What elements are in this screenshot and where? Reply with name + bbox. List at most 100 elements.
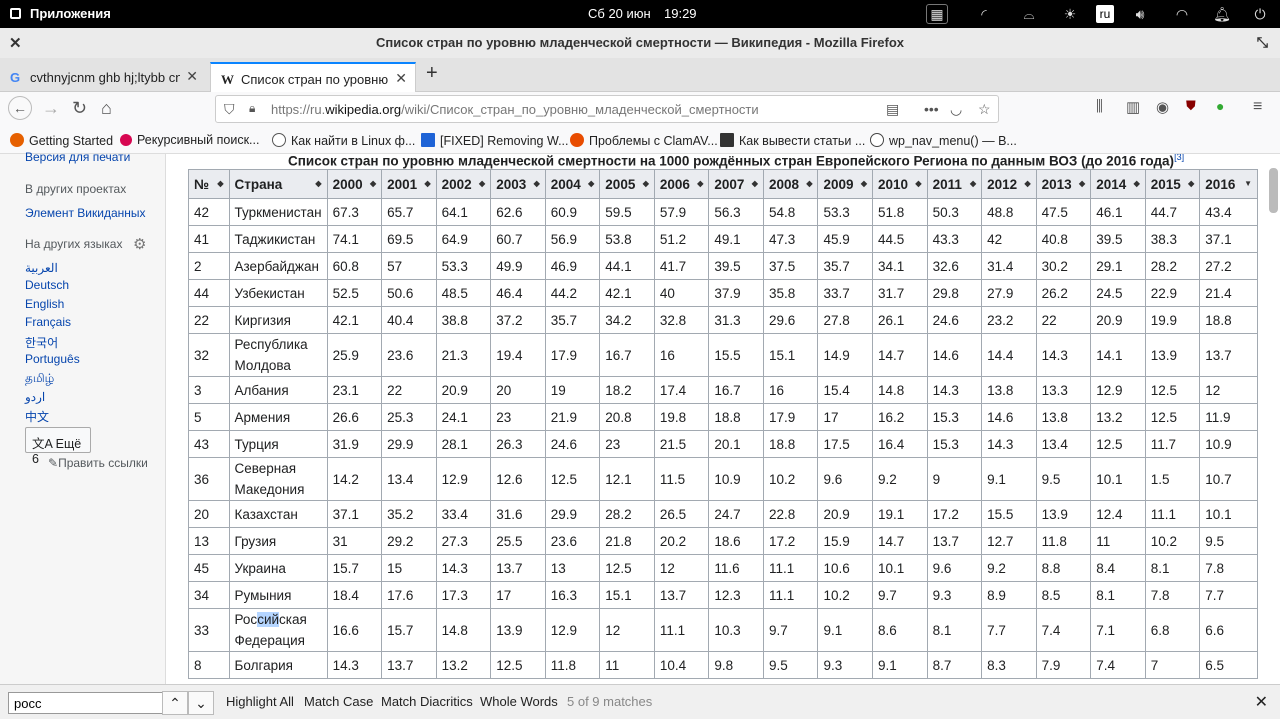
lang-link[interactable]: العربية <box>25 261 58 275</box>
sort-icon[interactable]: ◆ <box>1079 179 1085 188</box>
reader-view-icon[interactable]: ▤ <box>886 101 899 118</box>
sort-desc-icon[interactable]: ▼ <box>1244 179 1252 188</box>
lang-link[interactable]: Français <box>25 315 71 329</box>
column-header[interactable]: 2006 ◆ <box>653 169 710 199</box>
sort-icon[interactable]: ◆ <box>370 179 376 188</box>
find-close-icon[interactable]: ✕ <box>1255 692 1268 712</box>
column-header[interactable]: 2002 ◆ <box>435 169 492 199</box>
bookmark-item[interactable]: Проблемы с ClamAV... <box>570 133 718 148</box>
print-version-link[interactable]: Версия для печати <box>25 150 130 164</box>
sidebar-toggle-icon[interactable]: ▥ <box>1126 98 1140 116</box>
find-previous-button[interactable]: ⌃ <box>162 691 188 715</box>
system-date[interactable]: Сб 20 июн <box>588 6 651 21</box>
column-header[interactable]: 2001 ◆ <box>381 169 437 199</box>
lang-link[interactable]: اردو <box>25 390 45 404</box>
notification-bell-icon[interactable]: 🔔︎ <box>1212 4 1232 24</box>
sort-icon[interactable]: ◆ <box>217 179 223 188</box>
sort-icon[interactable]: ◆ <box>479 179 485 188</box>
bookmark-item[interactable]: wp_nav_menu() — В... <box>870 133 1017 148</box>
wikidata-link[interactable]: Элемент Викиданных <box>25 206 146 220</box>
tab-close-icon[interactable]: ✕ <box>186 68 198 85</box>
bookmark-item[interactable]: Рекурсивный поиск... <box>120 133 259 147</box>
lock-icon[interactable]: 🔒︎ <box>249 101 255 116</box>
bookmark-item[interactable]: Getting Started <box>10 133 113 148</box>
column-header[interactable]: Страна ◆ <box>228 169 328 199</box>
column-header[interactable]: 2003 ◆ <box>490 169 546 199</box>
extension-icon[interactable]: ● <box>1216 98 1224 114</box>
new-tab-icon[interactable]: + <box>426 62 438 85</box>
library-icon[interactable]: ⫼ <box>1096 98 1103 115</box>
apps-grid-icon[interactable] <box>10 8 21 19</box>
sort-icon[interactable]: ◆ <box>752 179 758 188</box>
system-time[interactable]: 19:29 <box>664 6 697 21</box>
sort-icon[interactable]: ◆ <box>915 179 921 188</box>
sort-icon[interactable]: ◆ <box>643 179 649 188</box>
power-icon[interactable]: ⏻ <box>1250 4 1270 24</box>
bookmark-item[interactable]: Как найти в Linux ф... <box>272 133 415 148</box>
ufo-icon[interactable]: ⌓ <box>1016 4 1042 24</box>
bookmark-star-icon[interactable]: ☆ <box>978 101 991 118</box>
column-header[interactable]: 2011 ◆ <box>926 169 983 199</box>
highlight-all-option[interactable]: Highlight All <box>226 694 294 709</box>
find-next-button[interactable]: ⌄ <box>188 691 214 715</box>
match-case-option[interactable]: Match Case <box>304 694 373 709</box>
keyboard-layout-indicator[interactable]: ru <box>1096 5 1114 23</box>
column-header[interactable]: 2009 ◆ <box>817 169 874 199</box>
sort-icon[interactable]: ◆ <box>425 179 431 188</box>
forward-arrow-icon[interactable]: → <box>42 98 60 119</box>
shield-icon[interactable]: ⛉ <box>224 101 235 118</box>
column-header[interactable]: 2000 ◆ <box>326 169 383 199</box>
wifi-icon[interactable]: ◠ <box>1172 4 1192 24</box>
page-actions-icon[interactable]: ••• <box>924 101 939 117</box>
tab-search[interactable]: G cvthnyjcnm ghb hj;ltybb cnfnb ✕ <box>0 62 206 92</box>
sort-icon[interactable]: ◆ <box>534 179 540 188</box>
sort-icon[interactable]: ◆ <box>1134 179 1140 188</box>
url-bar[interactable]: ⛉ 🔒︎ https://ru.wikipedia.org/wiki/Списо… <box>215 95 999 123</box>
sort-icon[interactable]: ◆ <box>806 179 812 188</box>
home-icon[interactable]: ⌂ <box>101 98 112 119</box>
brightness-icon[interactable]: ☀ <box>1060 4 1080 24</box>
fullscreen-icon[interactable]: ⤡ <box>1257 34 1268 51</box>
tray-app-icon[interactable]: ▦ <box>926 4 948 24</box>
lang-link[interactable]: தமிழ் <box>25 371 54 387</box>
find-input[interactable] <box>8 692 163 714</box>
volume-icon[interactable]: 🔊︎ <box>1130 4 1150 24</box>
sort-icon[interactable]: ◆ <box>697 179 703 188</box>
column-header[interactable]: 2004 ◆ <box>544 169 601 199</box>
sort-icon[interactable]: ◆ <box>861 179 867 188</box>
column-header[interactable]: 2014 ◆ <box>1090 169 1146 199</box>
column-header[interactable]: 2015 ◆ <box>1144 169 1201 199</box>
back-arrow-icon[interactable]: ← <box>8 96 32 120</box>
apps-menu[interactable]: Приложения <box>30 6 111 21</box>
column-header[interactable]: 2005 ◆ <box>599 169 655 199</box>
sort-icon[interactable]: ◆ <box>588 179 594 188</box>
bookmark-item[interactable]: Как вывести статьи ... <box>720 133 865 148</box>
tab-close-icon[interactable]: ✕ <box>395 70 407 87</box>
pocket-icon[interactable]: ◡ <box>950 101 962 118</box>
sort-icon[interactable]: ◆ <box>970 179 976 188</box>
account-icon[interactable]: ◉ <box>1156 98 1169 116</box>
reference-link[interactable]: [3] <box>1174 154 1184 162</box>
tab-wikipedia[interactable]: W Список стран по уровню мл ✕ <box>210 62 416 92</box>
lang-link[interactable]: 한국어 <box>25 334 58 351</box>
bookmark-item[interactable]: [FIXED] Removing W... <box>421 133 569 148</box>
lang-link[interactable]: Deutsch <box>25 278 69 292</box>
column-header[interactable]: 2013 ◆ <box>1035 169 1092 199</box>
reload-icon[interactable]: ↻ <box>72 98 87 119</box>
column-header[interactable]: 2016 ▼ <box>1199 169 1258 199</box>
column-header[interactable]: 2008 ◆ <box>762 169 819 199</box>
sort-icon[interactable]: ◆ <box>315 179 321 188</box>
column-header[interactable]: 2007 ◆ <box>708 169 764 199</box>
match-diacritics-option[interactable]: Match Diacritics <box>381 694 473 709</box>
lang-link[interactable]: 中文 <box>25 408 49 425</box>
lang-link[interactable]: Português <box>25 352 80 366</box>
url-text[interactable]: https://ru.wikipedia.org/wiki/Список_стр… <box>271 102 759 117</box>
hamburger-menu-icon[interactable]: ≡ <box>1253 98 1262 116</box>
column-header[interactable]: 2012 ◆ <box>981 169 1037 199</box>
lang-link[interactable]: English <box>25 297 64 311</box>
more-languages-button[interactable]: 文A Ещё 6 <box>25 427 91 466</box>
column-header[interactable]: № ◆ <box>188 169 230 199</box>
edit-links-link[interactable]: ✎Править ссылки <box>48 456 148 470</box>
sort-icon[interactable]: ◆ <box>1188 179 1194 188</box>
whole-words-option[interactable]: Whole Words <box>480 694 558 709</box>
